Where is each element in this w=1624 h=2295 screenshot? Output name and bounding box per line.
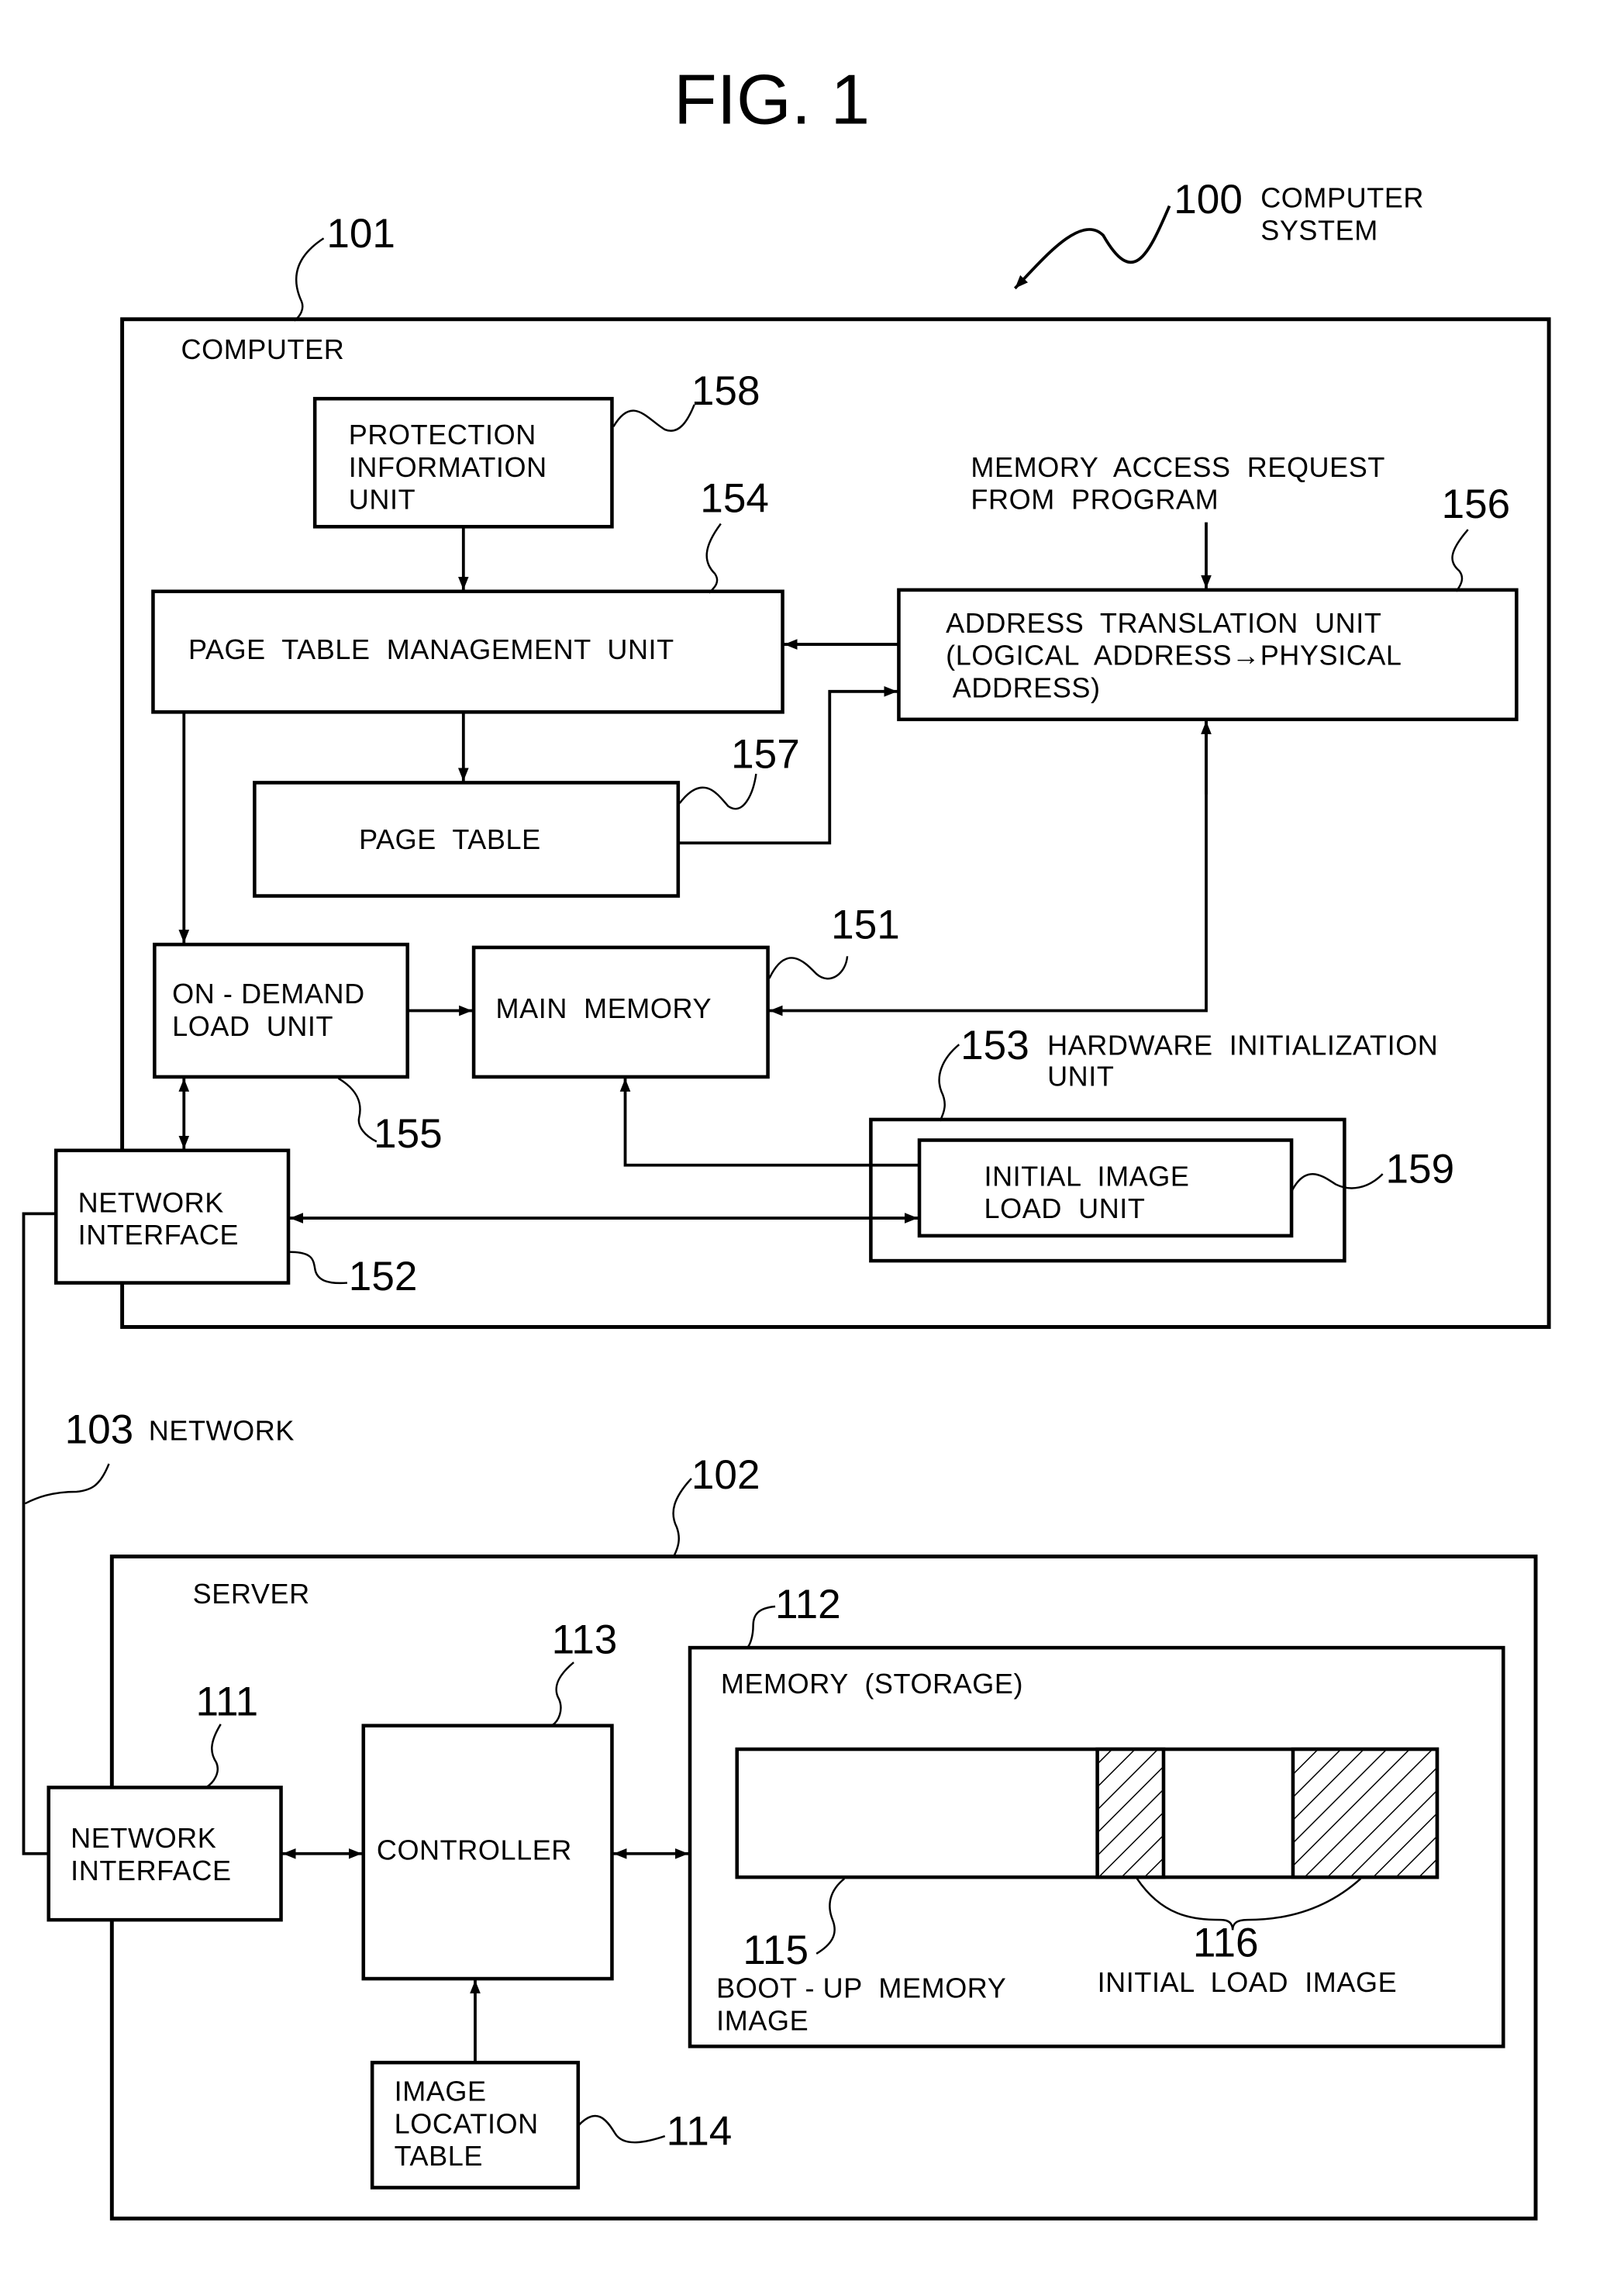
controller-ref: 113	[552, 1617, 618, 1663]
network-group: 103 NETWORK	[22, 1212, 295, 1855]
computer-label: COMPUTER	[181, 333, 344, 365]
network-line	[22, 1212, 57, 1855]
protection-information-unit-line2: INFORMATION	[349, 451, 547, 483]
figure-title: FIG. 1	[674, 60, 870, 139]
computer-group: COMPUTER 101 PROTECTION INFORMATION UNIT…	[53, 211, 1551, 1329]
address-translation-unit-ref: 156	[1442, 481, 1511, 527]
image-location-table-leader	[577, 2114, 666, 2144]
initial-load-image-ref: 116	[1193, 1921, 1259, 1966]
image-location-table-line2: LOCATION	[395, 2107, 539, 2139]
initial-image-load-unit-line1: INITIAL IMAGE	[984, 1160, 1190, 1192]
server-label: SERVER	[193, 1578, 310, 1610]
memory-access-request-line1: MEMORY ACCESS REQUEST	[971, 451, 1385, 483]
page-table-management-unit-ref: 154	[700, 475, 769, 521]
network-ref: 103	[65, 1406, 134, 1452]
system-callout: 100 COMPUTER SYSTEM	[1013, 177, 1424, 290]
server-network-interface-line2: INTERFACE	[71, 1855, 231, 1886]
address-translation-unit-line1: ADDRESS TRANSLATION UNIT	[946, 607, 1381, 639]
image-location-table-ref: 114	[667, 2108, 733, 2154]
computer-ref-leader	[293, 237, 325, 322]
memory-storage-label: MEMORY (STORAGE)	[721, 1668, 1023, 1700]
protection-information-unit-line1: PROTECTION	[349, 419, 536, 450]
address-translation-unit-leader	[1451, 529, 1469, 592]
on-demand-load-unit-leader	[337, 1077, 378, 1143]
initial-load-image-label: INITIAL LOAD IMAGE	[1098, 1966, 1398, 1998]
network-label: NETWORK	[149, 1415, 295, 1447]
computer-network-interface-line2: INTERFACE	[78, 1219, 239, 1251]
boot-up-memory-image-line1: BOOT - UP MEMORY	[716, 1972, 1006, 2004]
on-demand-load-unit-line1: ON - DEMAND	[172, 978, 365, 1009]
computer-ref: 101	[326, 211, 395, 257]
initial-load-image-segment-2	[1291, 1747, 1440, 1879]
address-translation-unit-line3: ADDRESS)	[946, 671, 1100, 703]
hardware-initialization-unit-leader	[938, 1044, 960, 1122]
memory-access-request-line2: FROM PROGRAM	[971, 484, 1219, 516]
page-table-ref: 157	[731, 731, 800, 777]
server-network-interface-ref: 111	[195, 1679, 258, 1724]
main-memory-leader	[768, 956, 849, 980]
server-ref-leader	[672, 1478, 692, 1558]
computer-network-interface-ref: 152	[349, 1254, 418, 1299]
computer-network-interface-leader	[289, 1251, 347, 1285]
main-memory-ref: 151	[831, 902, 900, 948]
controller-label: CONTROLLER	[377, 1834, 572, 1865]
boot-up-memory-image-ref: 115	[743, 1927, 809, 1973]
server-network-interface-leader	[205, 1724, 222, 1789]
initial-load-image-segment-1	[1095, 1747, 1166, 1879]
protection-information-unit-leader	[612, 404, 695, 432]
main-memory-label: MAIN MEMORY	[496, 992, 712, 1024]
protection-information-unit-ref: 158	[691, 368, 760, 414]
page-table-management-unit-label: PAGE TABLE MANAGEMENT UNIT	[188, 633, 674, 665]
server-network-interface-line1: NETWORK	[71, 1822, 216, 1854]
hardware-initialization-unit-line2: UNIT	[1047, 1060, 1114, 1092]
memory-storage-leader	[746, 1605, 776, 1648]
on-demand-load-unit-line2: LOAD UNIT	[172, 1010, 333, 1042]
page-table-management-unit-leader	[705, 523, 722, 594]
initial-image-load-unit-ref: 159	[1386, 1147, 1455, 1192]
protection-information-unit-line3: UNIT	[349, 484, 415, 516]
image-location-table-line3: TABLE	[395, 2140, 483, 2172]
computer-network-interface-line1: NETWORK	[78, 1186, 224, 1218]
system-leader-arrow	[1013, 205, 1171, 290]
system-label-line2: SYSTEM	[1260, 214, 1378, 246]
hardware-initialization-unit-ref: 153	[960, 1023, 1029, 1068]
server-ref: 102	[691, 1452, 760, 1498]
address-translation-unit-line2: (LOGICAL ADDRESS→PHYSICAL	[946, 640, 1402, 671]
hardware-initialization-unit-line1: HARDWARE INITIALIZATION	[1047, 1029, 1438, 1061]
arrow-atu-main-memory-link	[769, 720, 1208, 1016]
network-leader	[24, 1463, 110, 1505]
boot-up-memory-image-line2: IMAGE	[716, 2004, 809, 2036]
patent-figure: FIG. 1 100 COMPUTER SYSTEM COMPUTER 101 …	[22, 60, 1551, 2221]
page-table-leader	[678, 773, 757, 810]
on-demand-load-unit-ref: 155	[374, 1111, 443, 1157]
controller-leader	[550, 1662, 574, 1727]
initial-image-load-unit-line2: LOAD UNIT	[984, 1192, 1146, 1224]
server-group: SERVER 102 NETWORK INTERFACE 111 CONTROL…	[47, 1452, 1538, 2221]
system-ref: 100	[1174, 177, 1243, 223]
image-location-table-line1: IMAGE	[395, 2076, 487, 2107]
system-label-line1: COMPUTER	[1260, 182, 1424, 214]
page-table-label: PAGE TABLE	[359, 823, 541, 855]
memory-storage-ref: 112	[775, 1582, 841, 1627]
